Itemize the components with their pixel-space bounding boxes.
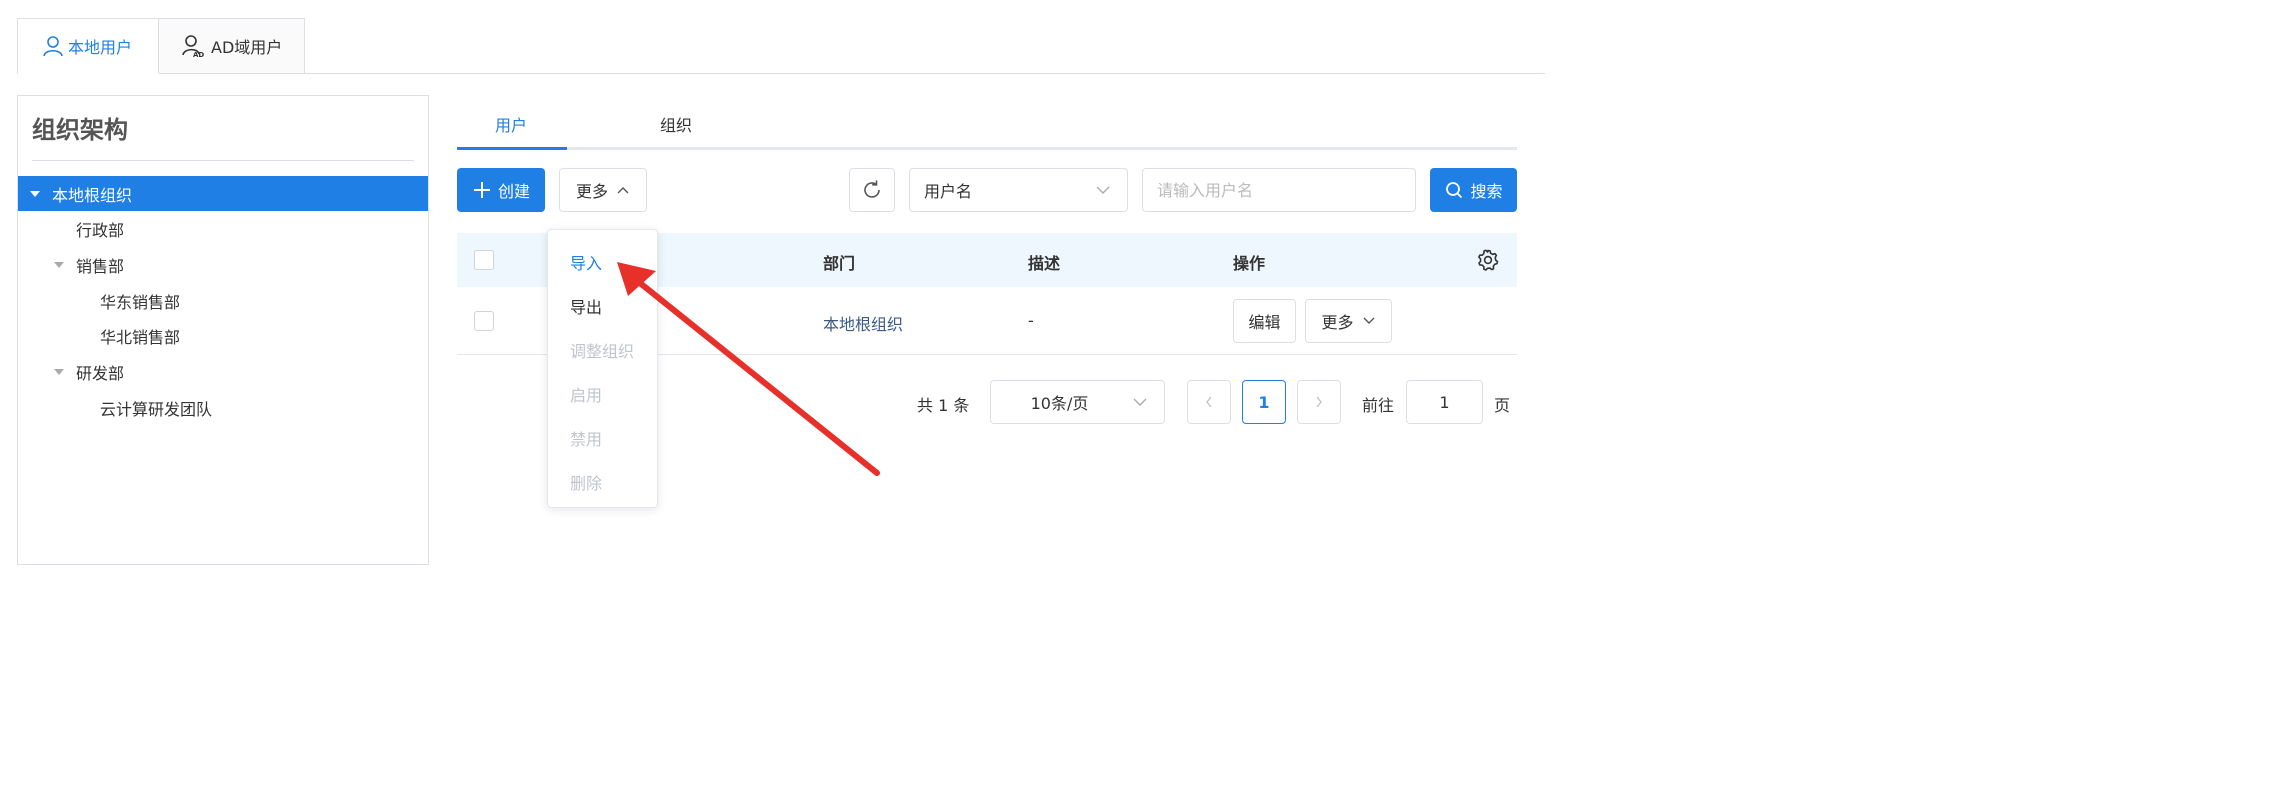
chevron-up-icon xyxy=(617,187,629,194)
panel-divider xyxy=(32,160,414,161)
page-number-button[interactable]: 1 xyxy=(1242,380,1286,424)
tab-local-users[interactable]: 本地用户 xyxy=(17,18,160,74)
caret-down-icon[interactable] xyxy=(30,190,40,197)
prev-page-button[interactable] xyxy=(1187,380,1231,424)
panel-title: 组织架构 xyxy=(32,116,128,144)
column-header-department: 部门 xyxy=(823,254,856,273)
row-more-button[interactable]: 更多 xyxy=(1305,299,1392,343)
next-page-button[interactable] xyxy=(1297,380,1341,424)
menu-item-enable[interactable]: 启用 xyxy=(570,382,602,406)
menu-item-disable[interactable]: 禁用 xyxy=(570,426,602,450)
tab-users[interactable]: 用户 xyxy=(495,112,527,136)
row-more-button-label: 更多 xyxy=(1321,313,1354,332)
select-all-checkbox[interactable] xyxy=(474,250,494,270)
search-button[interactable]: 搜索 xyxy=(1430,168,1517,212)
search-button-label: 搜索 xyxy=(1470,182,1503,201)
tree-node-label: 研发部 xyxy=(76,363,125,383)
row-description: - xyxy=(1028,311,1034,330)
goto-label: 前往 xyxy=(1362,396,1395,415)
tree-node-cloud-team[interactable]: 云计算研发团队 xyxy=(18,390,428,425)
tree-node-root[interactable]: 本地根组织 xyxy=(18,176,428,211)
row-department[interactable]: 本地根组织 xyxy=(823,311,903,335)
page-size-select[interactable]: 10条/页 xyxy=(990,380,1165,424)
refresh-button[interactable] xyxy=(849,168,895,212)
tree-node-rd[interactable]: 研发部 xyxy=(18,354,428,389)
column-header-description: 描述 xyxy=(1028,254,1061,273)
edit-button-label: 编辑 xyxy=(1248,313,1281,332)
search-input[interactable] xyxy=(1142,168,1416,212)
menu-item-adjust-org[interactable]: 调整组织 xyxy=(570,338,634,362)
tab-local-users-label: 本地用户 xyxy=(68,38,133,57)
edit-button[interactable]: 编辑 xyxy=(1233,299,1296,343)
chevron-down-icon xyxy=(1096,186,1110,194)
more-button[interactable]: 更多 xyxy=(559,168,647,212)
column-header-actions: 操作 xyxy=(1233,254,1266,273)
tree-node-admin[interactable]: 行政部 xyxy=(18,211,428,246)
tree-node-sales[interactable]: 销售部 xyxy=(18,247,428,282)
active-tab-indicator xyxy=(457,147,567,150)
caret-down-icon[interactable] xyxy=(54,261,64,268)
page-size-value: 10条/页 xyxy=(1030,394,1089,413)
chevron-down-icon xyxy=(1363,317,1374,324)
content-tabs: 用户 组织 xyxy=(457,100,1517,150)
tree-node-label: 云计算研发团队 xyxy=(100,399,213,419)
user-icon xyxy=(43,36,63,57)
chevron-left-icon xyxy=(1206,396,1212,408)
gear-icon[interactable] xyxy=(1476,248,1500,272)
chevron-right-icon xyxy=(1316,396,1322,408)
refresh-icon xyxy=(864,180,880,198)
more-dropdown-menu: 导入 导出 调整组织 启用 禁用 删除 xyxy=(547,229,658,508)
create-button[interactable]: 创建 xyxy=(457,168,545,212)
tree-node-sales-east[interactable]: 华东销售部 xyxy=(18,283,428,318)
tree-node-label: 华东销售部 xyxy=(100,292,181,312)
tab-ad-users-label: AD域用户 xyxy=(211,38,283,57)
tree-node-sales-north[interactable]: 华北销售部 xyxy=(18,318,428,353)
menu-item-import[interactable]: 导入 xyxy=(570,250,602,274)
tree-node-label: 行政部 xyxy=(76,220,125,240)
tree-node-label: 销售部 xyxy=(76,256,125,276)
menu-item-delete[interactable]: 删除 xyxy=(570,470,602,494)
create-button-label: 创建 xyxy=(497,182,530,201)
tree-node-label: 本地根组织 xyxy=(52,185,133,205)
goto-page-input[interactable] xyxy=(1406,380,1483,424)
org-structure-panel: 组织架构 本地根组织 行政部 销售部 华东销售部 华北销售部 研发部 云计算研发… xyxy=(17,95,429,565)
filter-field-select[interactable]: 用户名 xyxy=(909,168,1128,212)
plus-icon xyxy=(473,182,490,198)
caret-down-icon[interactable] xyxy=(54,368,64,375)
pagination-total: 共 1 条 xyxy=(917,396,970,415)
search-icon xyxy=(1446,182,1463,199)
page-suffix: 页 xyxy=(1494,396,1511,415)
user-source-tabs: 本地用户 AD AD域用户 xyxy=(17,18,306,74)
tab-ad-users[interactable]: AD AD域用户 xyxy=(159,18,306,74)
tree-node-label: 华北销售部 xyxy=(100,327,181,347)
menu-item-export[interactable]: 导出 xyxy=(570,294,602,318)
filter-field-value: 用户名 xyxy=(924,182,973,201)
more-button-label: 更多 xyxy=(575,182,608,201)
ad-badge: AD xyxy=(193,51,204,58)
ad-user-icon: AD xyxy=(182,35,204,58)
row-checkbox[interactable] xyxy=(474,311,494,331)
tabs-baseline xyxy=(305,73,1545,74)
chevron-down-icon xyxy=(1133,398,1147,406)
tab-orgs[interactable]: 组织 xyxy=(660,112,692,136)
